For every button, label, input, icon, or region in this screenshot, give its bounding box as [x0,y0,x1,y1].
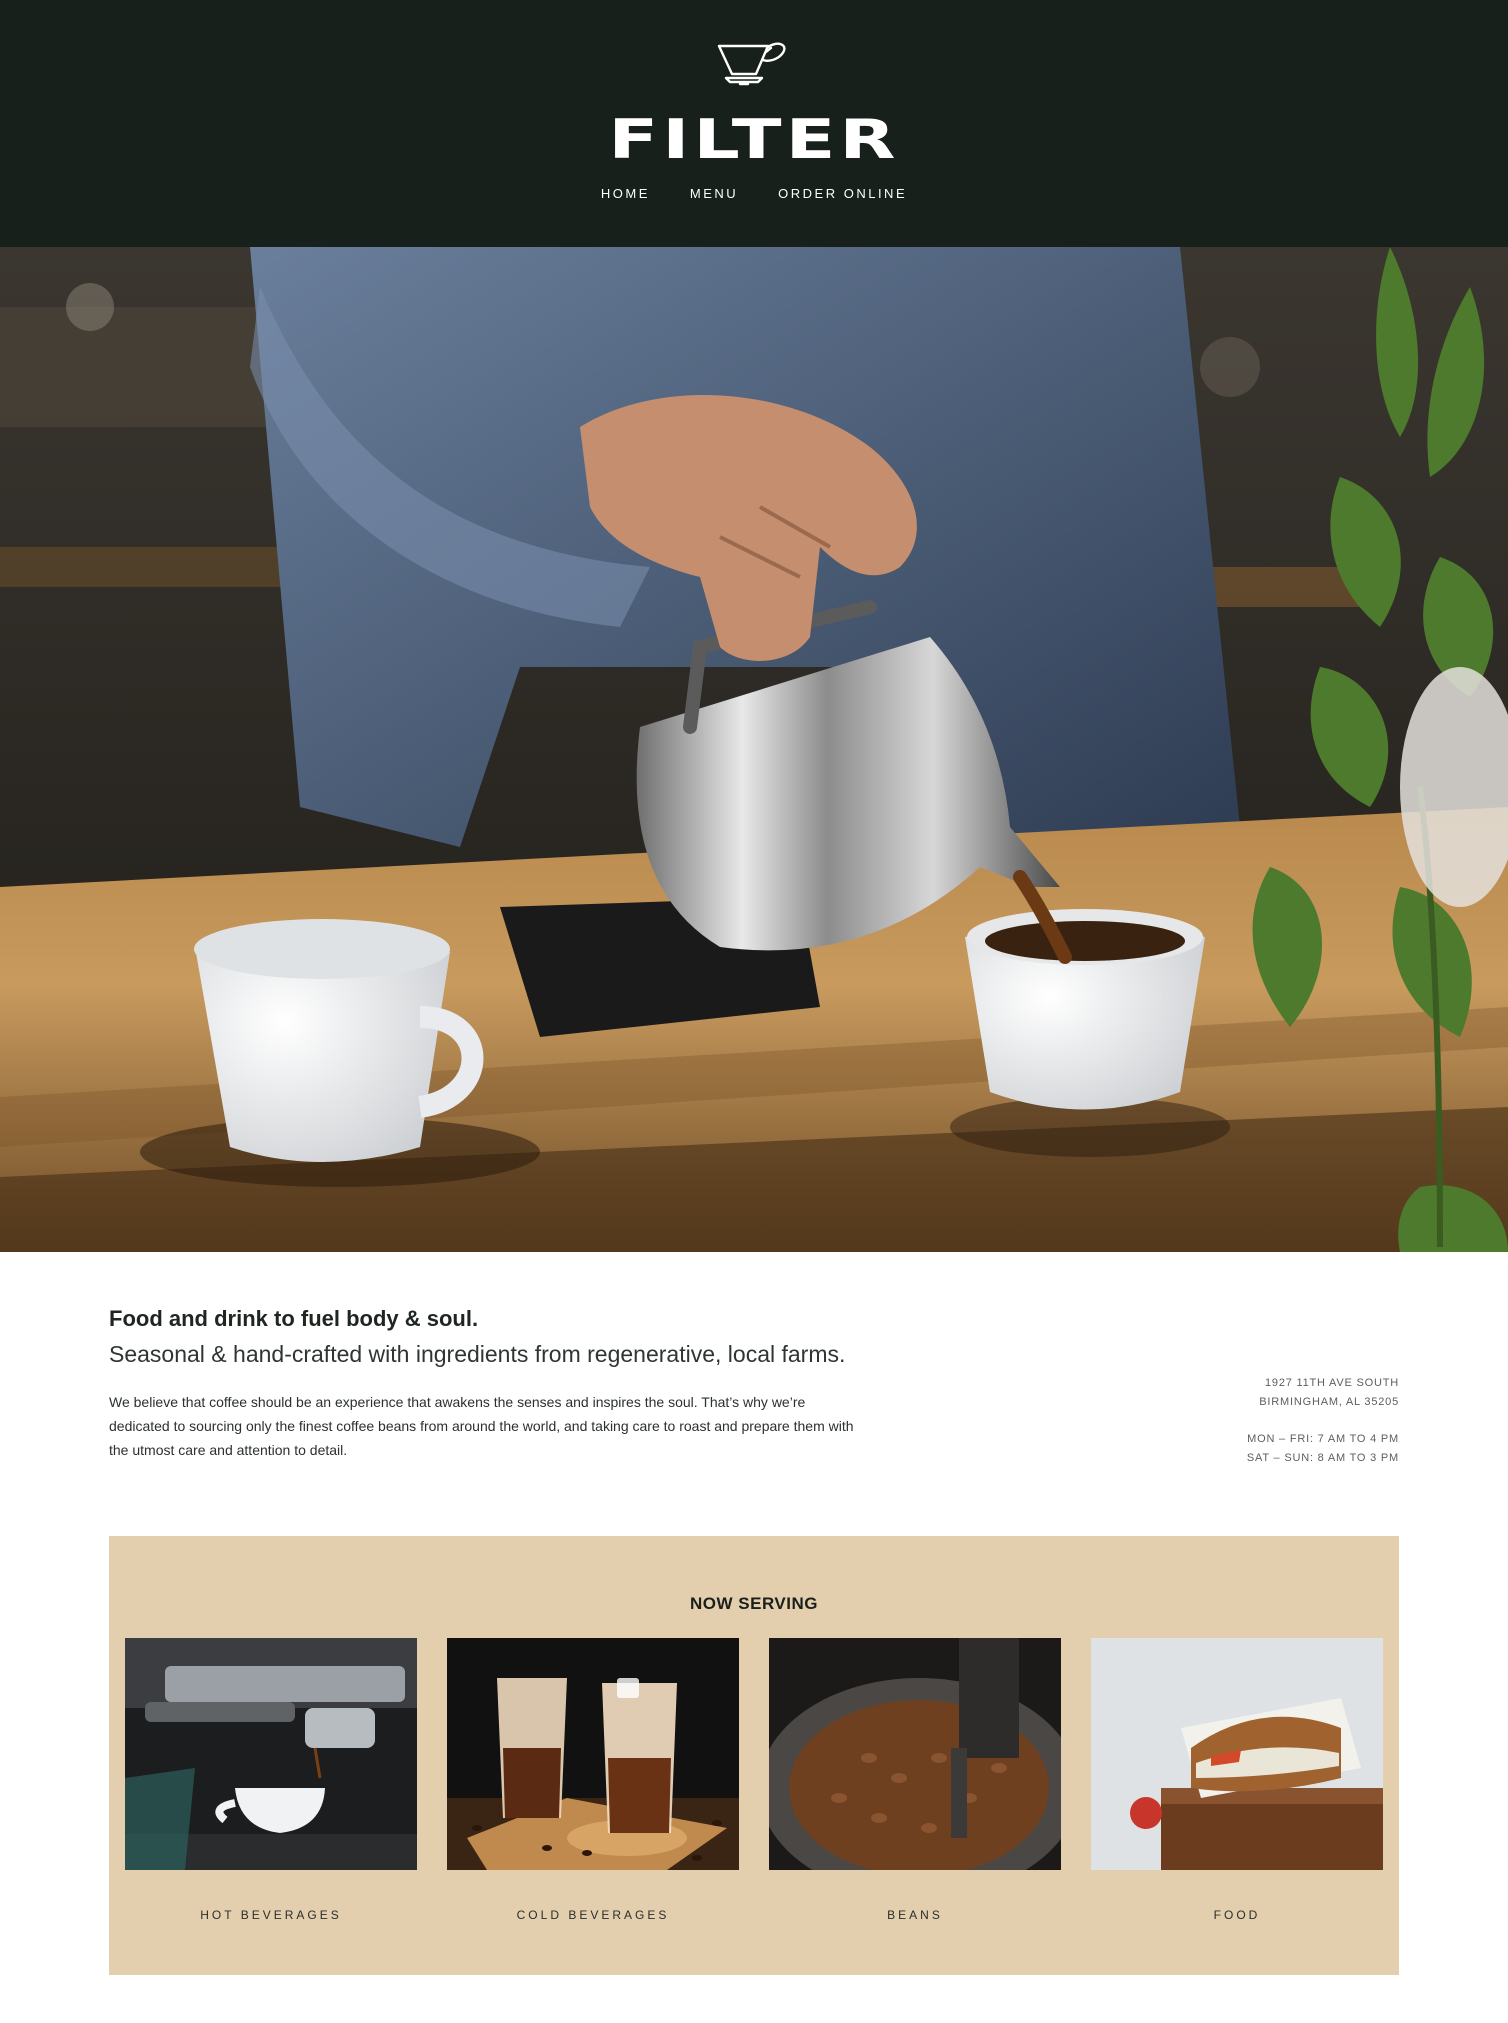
tagline: Food and drink to fuel body & soul. [109,1306,479,1331]
hero-photo [0,247,1508,1252]
card-label: FOOD [1213,1908,1261,1922]
card-label: BEANS [887,1908,943,1922]
card-label: HOT BEVERAGES [200,1908,342,1922]
cold-beverages-image [447,1638,739,1870]
hours-weekend: SAT – SUN: 8 AM TO 3 PM [1246,1451,1399,1464]
location-hours: 1927 11TH AVE SOUTH BIRMINGHAM, AL 35205… [1247,1374,1399,1467]
subtagline: Seasonal & hand-crafted with ingredients… [109,1341,846,1367]
nav-home[interactable]: HOME [601,186,650,201]
intro-body: We believe that coffee should be an expe… [109,1394,854,1458]
intro-section: Food and drink to fuel body & soul. Seas… [109,1304,869,1462]
card-cold-beverages[interactable]: COLD BEVERAGES [447,1638,739,1922]
card-hot-beverages[interactable]: HOT BEVERAGES [125,1638,417,1922]
pour-over-dripper-icon[interactable] [716,42,792,94]
nav-menu[interactable]: MENU [690,186,738,201]
now-serving-section: NOW SERVING HOT BEVERAGES COLD BEVERAGES… [109,1536,1399,1975]
nav-order-online[interactable]: ORDER ONLINE [778,186,907,201]
hours-weekday: MON – FRI: 7 AM TO 4 PM [1247,1433,1399,1445]
card-label: COLD BEVERAGES [516,1908,670,1922]
address-line-2: BIRMINGHAM, AL 35205 [1259,1395,1399,1408]
hero-image [0,247,1508,1252]
food-image [1091,1638,1383,1870]
site-header: FILTER HOME MENU ORDER ONLINE [0,0,1508,247]
card-food[interactable]: FOOD [1091,1638,1383,1922]
card-beans[interactable]: BEANS [769,1638,1061,1922]
hot-beverages-image [125,1638,417,1870]
main-nav: HOME MENU ORDER ONLINE [0,186,1508,201]
brand-wordmark[interactable]: FILTER [0,108,1508,171]
serving-cards: HOT BEVERAGES COLD BEVERAGES BEANS FOOD [125,1638,1383,1922]
beans-image [769,1638,1061,1870]
now-serving-title: NOW SERVING [690,1594,818,1613]
address-line-1: 1927 11TH AVE SOUTH [1264,1377,1399,1389]
